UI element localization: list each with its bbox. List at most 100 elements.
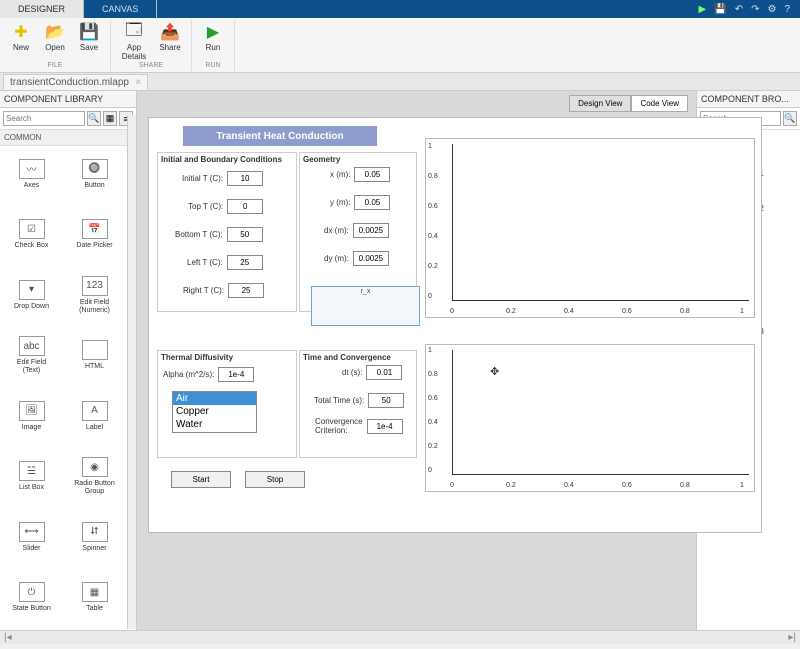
component-icon: 〰 bbox=[19, 159, 45, 179]
ribbon-toolbar: ✚New 📂Open 💾Save FILE 🗔App Details 📤Shar… bbox=[0, 18, 800, 73]
workspace: COMPONENT LIBRARY 🔍 ▦ ≡ COMMON 〰Axes🔘But… bbox=[0, 91, 800, 630]
close-icon[interactable]: × bbox=[135, 77, 141, 88]
material-listbox[interactable]: Air Copper Water bbox=[172, 391, 257, 433]
component-label: Spinner bbox=[82, 545, 106, 553]
x-input[interactable] bbox=[354, 167, 390, 182]
component-radio-button-group[interactable]: ◉Radio ButtonGroup bbox=[63, 449, 126, 505]
selection-handle-label: r_x bbox=[361, 288, 371, 295]
component-icon: A bbox=[82, 401, 108, 421]
panel-thermal-diffusivity: Thermal Diffusivity Alpha (m^2/s): Air C… bbox=[157, 350, 297, 458]
right-t-input[interactable] bbox=[228, 283, 264, 298]
axes-tcontour[interactable]: 1 0.8 0.6 0.4 0.2 0 0 0.2 0.4 0.6 0.8 1 bbox=[425, 138, 755, 318]
title-bar: DESIGNER CANVAS ▶ 💾 ↶ ↷ ⚙ ? bbox=[0, 0, 800, 18]
settings-icon[interactable]: ⚙ bbox=[767, 4, 776, 15]
undo-icon[interactable]: ↶ bbox=[735, 4, 743, 15]
component-label: Table bbox=[86, 605, 103, 613]
list-item[interactable]: Air bbox=[173, 392, 256, 405]
component-spinner[interactable]: ⮃Spinner bbox=[63, 509, 126, 565]
axes-tplot[interactable]: ✥ 1 0.8 0.6 0.4 0.2 0 0 0.2 0.4 0.6 0.8 … bbox=[425, 344, 755, 492]
tab-designer[interactable]: DESIGNER bbox=[0, 0, 84, 18]
component-icon: ☑ bbox=[19, 219, 45, 239]
component-edit-field-text-[interactable]: abcEdit Field(Text) bbox=[0, 328, 63, 384]
share-button[interactable]: 📤Share bbox=[153, 20, 187, 62]
component-label: Edit Field(Text) bbox=[17, 359, 46, 375]
alpha-input[interactable] bbox=[218, 367, 254, 382]
component-slider[interactable]: ⟷Slider bbox=[0, 509, 63, 565]
component-icon bbox=[82, 340, 108, 360]
panel-hd: Geometry bbox=[300, 153, 416, 166]
component-label[interactable]: A Label bbox=[63, 388, 126, 444]
save-quick-icon[interactable]: 💾 bbox=[714, 4, 726, 15]
component-search-input[interactable] bbox=[3, 111, 85, 126]
search-icon[interactable]: 🔍 bbox=[783, 111, 797, 126]
details-icon: 🗔 bbox=[124, 22, 144, 42]
dx-input[interactable] bbox=[353, 223, 389, 238]
help-icon[interactable]: ? bbox=[784, 4, 790, 15]
scrollbar[interactable] bbox=[127, 115, 136, 629]
status-left[interactable]: |◂ bbox=[4, 632, 12, 643]
grid-view-icon[interactable]: ▦ bbox=[103, 111, 117, 126]
toolbar-group-run: RUN bbox=[205, 62, 220, 71]
save-button[interactable]: 💾Save bbox=[72, 20, 106, 62]
component-edit-field-numeric-[interactable]: 123Edit Field(Numeric) bbox=[63, 267, 126, 323]
run-button[interactable]: ▶Run bbox=[196, 20, 230, 62]
bottom-t-input[interactable] bbox=[227, 227, 263, 242]
list-item[interactable]: Copper bbox=[173, 405, 256, 418]
design-view-button[interactable]: Design View bbox=[569, 95, 631, 112]
panel-hd: Thermal Diffusivity bbox=[158, 351, 296, 364]
run-quick-icon[interactable]: ▶ bbox=[699, 4, 707, 15]
design-canvas-area: Design View Code View Transient Heat Con… bbox=[137, 91, 696, 630]
component-state-button[interactable]: ⏻State Button bbox=[0, 570, 63, 626]
component-date-picker[interactable]: 📅Date Picker bbox=[63, 207, 126, 263]
toolbar-group-share: SHARE bbox=[139, 62, 163, 71]
dt-input[interactable] bbox=[366, 365, 402, 380]
redo-icon[interactable]: ↷ bbox=[751, 4, 759, 15]
start-button[interactable]: Start bbox=[171, 471, 231, 488]
code-view-button[interactable]: Code View bbox=[631, 95, 688, 112]
component-check-box[interactable]: ☑ Check Box bbox=[0, 207, 63, 263]
stop-button[interactable]: Stop bbox=[245, 471, 305, 488]
new-button[interactable]: ✚New bbox=[4, 20, 38, 62]
top-t-input[interactable] bbox=[227, 199, 263, 214]
component-drop-down[interactable]: ▾Drop Down bbox=[0, 267, 63, 323]
y-input[interactable] bbox=[354, 195, 390, 210]
run-icon: ▶ bbox=[203, 22, 223, 42]
app-title-label: Transient Heat Conduction bbox=[183, 126, 377, 146]
search-icon[interactable]: 🔍 bbox=[87, 111, 101, 126]
component-label: Drop Down bbox=[14, 303, 49, 311]
status-bar: |◂ ▸| bbox=[0, 630, 800, 644]
component-label: Button bbox=[84, 182, 104, 190]
component-label: List Box bbox=[19, 484, 44, 492]
status-right[interactable]: ▸| bbox=[788, 632, 796, 643]
left-t-input[interactable] bbox=[227, 255, 263, 270]
save-icon: 💾 bbox=[79, 22, 99, 42]
category-common: COMMON bbox=[0, 130, 136, 146]
component-list-box[interactable]: ☱List Box bbox=[0, 449, 63, 505]
selected-component-outline[interactable]: r_x bbox=[311, 286, 420, 326]
share-icon: 📤 bbox=[160, 22, 180, 42]
app-details-button[interactable]: 🗔App Details bbox=[115, 20, 153, 62]
dy-input[interactable] bbox=[353, 251, 389, 266]
component-icon: ◉ bbox=[82, 457, 108, 477]
component-label: Edit Field(Numeric) bbox=[79, 299, 110, 315]
open-button[interactable]: 📂Open bbox=[38, 20, 72, 62]
convergence-input[interactable] bbox=[367, 419, 403, 434]
component-button[interactable]: 🔘 Button bbox=[63, 146, 126, 202]
total-time-input[interactable] bbox=[368, 393, 404, 408]
component-axes[interactable]: 〰Axes bbox=[0, 146, 63, 202]
component-icon: ⏻ bbox=[19, 582, 45, 602]
component-label: Label bbox=[86, 424, 103, 432]
component-html[interactable]: HTML bbox=[63, 328, 126, 384]
tab-canvas[interactable]: CANVAS bbox=[84, 0, 157, 18]
new-icon: ✚ bbox=[11, 22, 31, 42]
component-icon: 🔘 bbox=[82, 159, 108, 179]
component-image[interactable]: 🖼Image bbox=[0, 388, 63, 444]
file-tab[interactable]: transientConduction.mlapp × bbox=[3, 74, 148, 90]
list-item[interactable]: Water bbox=[173, 418, 256, 431]
app-canvas[interactable]: Transient Heat Conduction Initial and Bo… bbox=[148, 117, 762, 533]
component-label: Check Box bbox=[15, 242, 49, 250]
file-tab-name: transientConduction.mlapp bbox=[10, 77, 129, 88]
component-table[interactable]: ▦Table bbox=[63, 570, 126, 626]
initial-t-input[interactable] bbox=[227, 171, 263, 186]
panel-boundary-conditions: Initial and Boundary Conditions Initial … bbox=[157, 152, 297, 312]
